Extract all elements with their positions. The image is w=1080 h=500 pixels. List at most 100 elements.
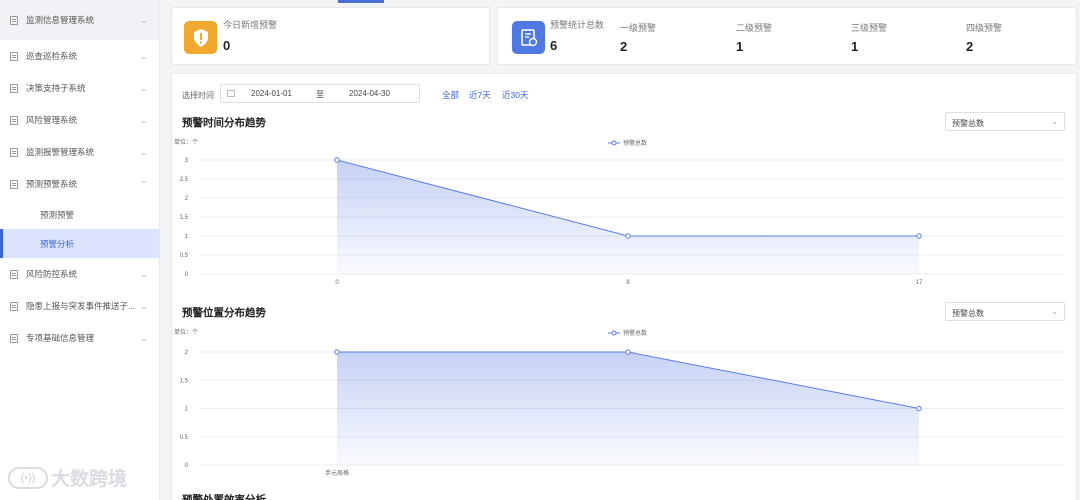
y-tick-label: 0 xyxy=(185,272,189,278)
time-trend-chart: 单位：个 预警总数 0 0.5 1 1.5 2 2.5 3 0 8 17 xyxy=(174,138,1064,286)
level-2-value: 1 xyxy=(736,39,744,54)
data-point xyxy=(625,349,631,355)
quick-filter-30days[interactable]: 近30天 xyxy=(502,89,528,101)
level-3-label: 三级预警 xyxy=(851,23,888,33)
legend-marker xyxy=(611,330,617,336)
y-tick-label: 1.5 xyxy=(180,215,189,221)
chevron-down-icon: ⌄ xyxy=(140,51,148,61)
total-label: 预警统计总数 xyxy=(550,20,605,30)
sidebar-item-label: 预测预警系统 xyxy=(26,179,78,189)
sidebar: 监测信息管理系统 ⌄ 巡查巡检系统 ⌄ 决策支持子系统 ⌄ 风险管理系统 ⌄ 监… xyxy=(0,0,160,500)
legend-label: 预警总数 xyxy=(623,139,647,147)
today-value: 0 xyxy=(223,38,231,53)
date-separator: 至 xyxy=(316,90,324,99)
analysis-panel: 选择时间 2024-01-01 至 2024-04-30 全部 近7天 近30天… xyxy=(171,73,1077,500)
data-point xyxy=(916,405,922,412)
chevron-down-icon: ⌄ xyxy=(140,147,148,157)
warning-total-card: 预警统计总数 6 一级预警 2 二级预警 1 三级预警 1 四级预警 2 xyxy=(497,7,1077,65)
x-tick-label: 0 xyxy=(335,280,339,286)
level-1-label: 一级预警 xyxy=(620,23,657,33)
calendar-icon xyxy=(227,90,235,97)
sidebar-subitem-forecast[interactable]: 预测预警 xyxy=(0,200,159,229)
total-value: 6 xyxy=(550,38,558,53)
sidebar-item-label: 隐患上报与突发事件推送子... xyxy=(26,301,136,311)
document-icon xyxy=(10,15,18,25)
sidebar-item-hazard-report[interactable]: 隐患上报与突发事件推送子... ⌄ xyxy=(0,290,159,322)
chevron-down-icon: ⌄ xyxy=(140,333,148,343)
watermark-logo-icon: (•)) xyxy=(8,466,48,489)
select-value: 预警总数 xyxy=(952,119,984,128)
sidebar-item-label: 巡查巡检系统 xyxy=(26,51,78,61)
document-icon xyxy=(10,301,18,311)
location-trend-title: 预警位置分布趋势 xyxy=(182,307,266,319)
y-tick-label: 1 xyxy=(185,407,189,413)
document-icon xyxy=(10,269,18,279)
level-2-label: 二级预警 xyxy=(736,23,773,33)
active-tab-indicator xyxy=(338,0,384,3)
sidebar-item-decision-support[interactable]: 决策支持子系统 ⌄ xyxy=(0,72,159,104)
data-point xyxy=(334,349,340,355)
document-icon xyxy=(10,333,18,343)
location-trend-metric-select[interactable]: 预警总数 ⌄ xyxy=(945,302,1065,321)
sidebar-item-label: 风险管理系统 xyxy=(26,115,78,125)
sidebar-item-alarm-management[interactable]: 监测报警管理系统 ⌄ xyxy=(0,136,159,168)
alert-icon xyxy=(184,21,217,54)
chevron-down-icon: ⌄ xyxy=(140,115,148,125)
time-trend-title: 预警时间分布趋势 xyxy=(182,117,266,129)
sidebar-item-label: 风险防控系统 xyxy=(26,269,78,279)
quick-filter-all[interactable]: 全部 xyxy=(442,89,459,101)
start-date[interactable]: 2024-01-01 xyxy=(251,89,292,98)
location-trend-chart: 单位：个 预警总数 0 0.5 1 1.5 2 手元局格 xyxy=(174,328,1064,476)
y-tick-label: 0.5 xyxy=(180,435,189,441)
y-tick-label: 0 xyxy=(185,463,189,469)
end-date[interactable]: 2024-04-30 xyxy=(349,89,390,98)
time-trend-metric-select[interactable]: 预警总数 ⌄ xyxy=(945,112,1065,131)
y-tick-label: 2 xyxy=(185,350,189,356)
chevron-down-icon: ⌄ xyxy=(140,15,148,25)
level-4-value: 2 xyxy=(966,39,974,54)
sidebar-item-risk-management[interactable]: 风险管理系统 ⌄ xyxy=(0,104,159,136)
select-value: 预警总数 xyxy=(952,309,984,318)
chevron-down-icon: ⌄ xyxy=(1051,307,1058,316)
data-point xyxy=(334,157,340,163)
today-label: 今日新增预警 xyxy=(223,20,278,30)
chevron-down-icon: ⌄ xyxy=(140,269,148,279)
y-tick-label: 1 xyxy=(185,234,189,240)
unit-label: 单位：个 xyxy=(174,328,198,336)
document-icon xyxy=(10,51,18,61)
date-range-picker[interactable]: 2024-01-01 至 2024-04-30 xyxy=(220,84,420,103)
sidebar-item-patrol[interactable]: 巡查巡检系统 ⌄ xyxy=(0,40,159,72)
x-tick-label: 8 xyxy=(626,280,630,286)
sidebar-subitem-warning-analysis[interactable]: 预警分析 xyxy=(0,229,159,258)
y-tick-label: 1.5 xyxy=(180,378,189,384)
sidebar-item-forecast-warning[interactable]: 预测预警系统 ⌃ xyxy=(0,168,159,200)
document-icon xyxy=(10,179,18,189)
y-tick-label: 2 xyxy=(185,196,189,202)
data-point xyxy=(916,233,922,239)
chevron-down-icon: ⌄ xyxy=(140,83,148,93)
sidebar-item-monitoring-info[interactable]: 监测信息管理系统 ⌄ xyxy=(0,0,159,40)
chevron-up-icon: ⌃ xyxy=(140,179,148,189)
sidebar-item-risk-prevention[interactable]: 风险防控系统 ⌄ xyxy=(0,258,159,290)
level-1-value: 2 xyxy=(620,39,628,54)
area-fill xyxy=(337,352,919,465)
today-new-warnings-card: 今日新增预警 0 xyxy=(171,7,490,65)
level-4-label: 四级预警 xyxy=(966,23,1003,33)
legend-label: 预警总数 xyxy=(623,329,647,337)
chevron-down-icon: ⌄ xyxy=(140,301,148,311)
sidebar-item-label: 专项基础信息管理 xyxy=(26,333,95,343)
quick-filter-7days[interactable]: 近7天 xyxy=(469,89,491,101)
watermark-text: 大数跨境 xyxy=(51,469,128,490)
x-tick-label: 17 xyxy=(916,280,923,286)
legend-marker xyxy=(611,140,617,146)
sidebar-item-label: 决策支持子系统 xyxy=(26,83,86,93)
x-tick-label: 手元局格 xyxy=(325,469,349,476)
y-tick-label: 2.5 xyxy=(180,177,189,183)
data-point xyxy=(625,233,631,239)
sidebar-item-basic-info[interactable]: 专项基础信息管理 ⌄ xyxy=(0,322,159,354)
report-icon xyxy=(512,21,545,54)
watermark: (•)) 大数跨境 xyxy=(8,464,127,491)
chevron-down-icon: ⌄ xyxy=(1051,117,1058,126)
efficiency-title: 预警处置效率分析 xyxy=(182,494,266,500)
sidebar-item-label: 监测信息管理系统 xyxy=(26,15,95,25)
